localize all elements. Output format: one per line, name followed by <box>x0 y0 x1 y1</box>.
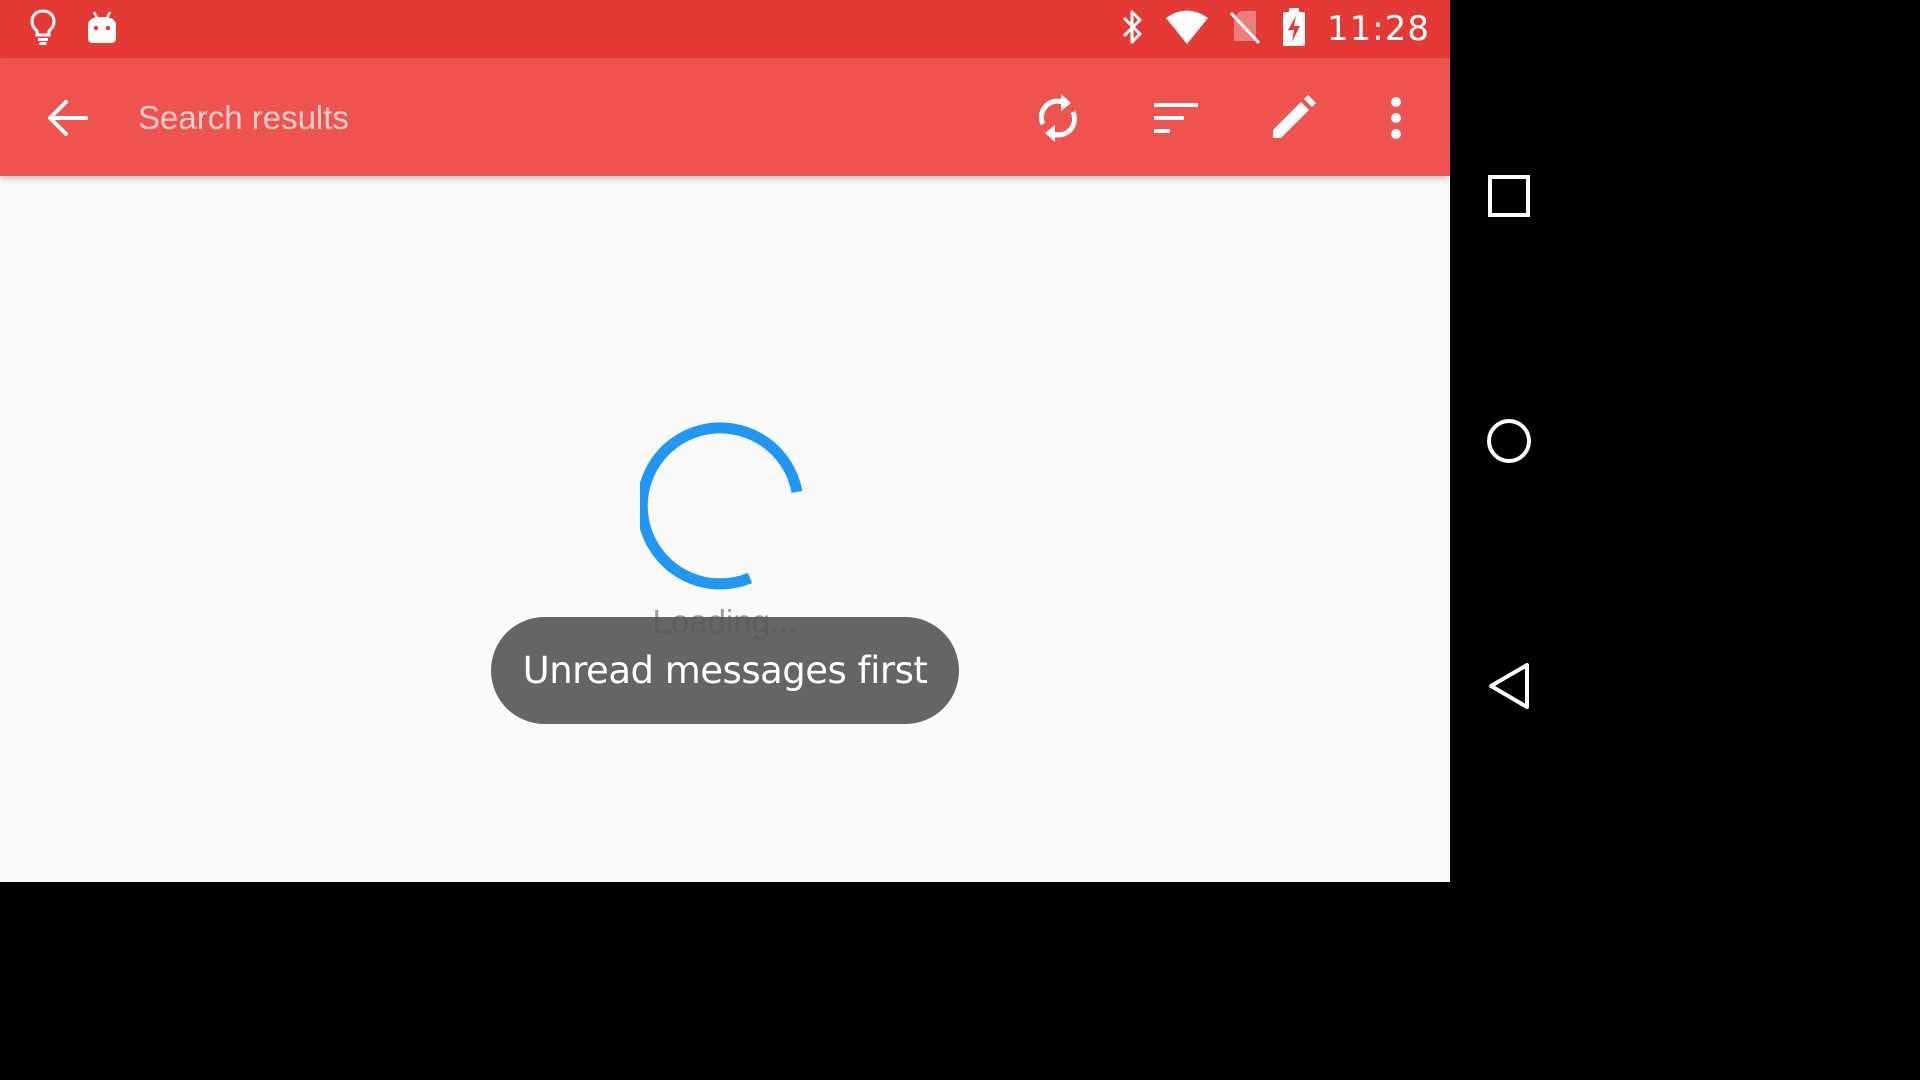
lightbulb-icon <box>28 8 58 51</box>
status-left-icons <box>28 8 118 51</box>
battery-charging-icon <box>1281 7 1307 52</box>
status-clock: 11:28 <box>1327 9 1430 49</box>
nav-back-button[interactable] <box>1479 656 1539 716</box>
recents-icon <box>1488 175 1530 217</box>
compose-button[interactable] <box>1263 88 1323 148</box>
status-bar: 11:28 <box>0 0 1450 58</box>
pencil-icon <box>1273 95 1316 138</box>
more-options-button[interactable] <box>1366 88 1426 148</box>
home-button[interactable] <box>1479 411 1539 471</box>
bluetooth-icon <box>1119 8 1145 51</box>
back-icon <box>1489 663 1529 709</box>
app-toolbar: Search results <box>0 58 1450 176</box>
wifi-icon <box>1165 9 1209 50</box>
arrow-back-icon <box>48 100 88 136</box>
loading-spinner <box>640 422 803 590</box>
page-title: Search results <box>138 99 349 136</box>
no-sim-icon <box>1229 9 1261 50</box>
sort-button[interactable] <box>1146 88 1206 148</box>
android-icon <box>86 10 118 49</box>
sync-icon <box>1038 94 1078 142</box>
system-navigation-bar <box>1450 0 1568 882</box>
status-right-icons: 11:28 <box>1119 7 1430 52</box>
sort-icon <box>1154 103 1198 133</box>
recents-button[interactable] <box>1479 166 1539 226</box>
back-button[interactable] <box>40 92 92 144</box>
home-icon <box>1487 419 1531 463</box>
toast-message: Unread messages first <box>491 617 959 724</box>
more-vert-icon <box>1391 97 1401 139</box>
refresh-button[interactable] <box>1028 88 1088 148</box>
app-screen: 11:28 Search results Unread messages fir… <box>0 0 1450 882</box>
